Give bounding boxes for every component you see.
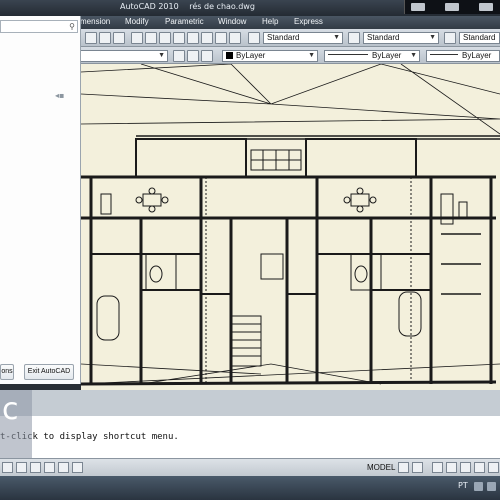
table-style-icon[interactable] bbox=[444, 32, 456, 44]
text-style-icon[interactable] bbox=[248, 32, 260, 44]
table-style-select[interactable]: Standard bbox=[459, 32, 500, 44]
window-title: AutoCAD 2010 rés de chao.dwg bbox=[120, 2, 263, 11]
pan-icon[interactable] bbox=[432, 462, 443, 473]
watermark-letter: c bbox=[2, 392, 19, 427]
search-icon[interactable]: ⚲ bbox=[69, 22, 75, 31]
dim-style-select[interactable]: Standard ▼ bbox=[363, 32, 439, 44]
polar-toggle-icon[interactable] bbox=[44, 462, 55, 473]
zoom-icon[interactable] bbox=[85, 32, 97, 44]
sheet-set-icon[interactable] bbox=[173, 32, 185, 44]
chevron-down-icon: ▼ bbox=[333, 34, 340, 41]
status-bar: MODEL bbox=[0, 458, 500, 476]
workspace-icon[interactable] bbox=[488, 462, 499, 473]
standard-toolbar: Standard ▼ Standard ▼ Standard bbox=[80, 29, 500, 47]
text-style-value: Standard bbox=[267, 33, 300, 42]
chevron-down-icon: ▼ bbox=[308, 52, 315, 59]
menu-dimension[interactable]: mension bbox=[80, 17, 110, 26]
properties-icon[interactable] bbox=[131, 32, 143, 44]
color-value: ByLayer bbox=[236, 51, 266, 60]
document-name: rés de chao.dwg bbox=[189, 2, 255, 11]
language-indicator[interactable]: PT bbox=[458, 481, 468, 490]
grid-toggle-icon[interactable] bbox=[16, 462, 27, 473]
showmotion-icon[interactable] bbox=[474, 462, 485, 473]
table-style-value: Standard bbox=[463, 33, 496, 42]
layer-select[interactable]: ▼ bbox=[80, 50, 168, 62]
osnap-toggle-icon[interactable] bbox=[58, 462, 69, 473]
dim-style-value: Standard bbox=[367, 33, 400, 42]
menu-express[interactable]: Express bbox=[294, 17, 323, 26]
color-swatch bbox=[226, 52, 233, 59]
close-icon[interactable] bbox=[479, 3, 493, 11]
quick-view-icon[interactable] bbox=[412, 462, 423, 473]
pin-icon[interactable]: ◂▪ bbox=[55, 91, 64, 100]
ortho-toggle-icon[interactable] bbox=[30, 462, 41, 473]
text-style-select[interactable]: Standard ▼ bbox=[263, 32, 343, 44]
zoom-window-icon[interactable] bbox=[99, 32, 111, 44]
dim-style-icon[interactable] bbox=[348, 32, 360, 44]
design-center-icon[interactable] bbox=[145, 32, 157, 44]
layer-states-icon[interactable] bbox=[201, 50, 213, 62]
steering-wheel-icon[interactable] bbox=[460, 462, 471, 473]
linetype-preview bbox=[328, 54, 368, 55]
linetype-value: ByLayer bbox=[372, 51, 402, 60]
command-history bbox=[0, 390, 500, 416]
model-space-label[interactable]: MODEL bbox=[367, 463, 395, 472]
os-taskbar: PT bbox=[0, 476, 500, 500]
otrack-toggle-icon[interactable] bbox=[72, 462, 83, 473]
app-name: AutoCAD 2010 bbox=[120, 2, 179, 11]
menu-window[interactable]: Window bbox=[218, 17, 246, 26]
markup-icon[interactable] bbox=[187, 32, 199, 44]
chevron-down-icon: ▼ bbox=[410, 52, 417, 59]
make-current-layer-icon[interactable] bbox=[173, 50, 185, 62]
calculator-icon[interactable] bbox=[201, 32, 213, 44]
menu-help[interactable]: Help bbox=[262, 17, 278, 26]
exit-autocad-button[interactable]: Exit AutoCAD bbox=[24, 364, 74, 380]
lineweight-select[interactable]: ByLayer bbox=[426, 50, 500, 62]
chevron-down-icon: ▼ bbox=[429, 34, 436, 41]
search-input[interactable]: ⚲ bbox=[0, 20, 78, 33]
tool-palettes-icon[interactable] bbox=[159, 32, 171, 44]
color-select[interactable]: ByLayer ▼ bbox=[222, 50, 318, 62]
menu-parametric[interactable]: Parametric bbox=[165, 17, 204, 26]
title-bar: AutoCAD 2010 rés de chao.dwg bbox=[0, 0, 500, 16]
zoom-previous-icon[interactable] bbox=[113, 32, 125, 44]
menu-browser-panel: ⚲ ◂▪ ons Exit AutoCAD bbox=[0, 16, 81, 384]
volume-icon[interactable] bbox=[487, 482, 496, 491]
network-icon[interactable] bbox=[474, 482, 483, 491]
zoom-realtime-icon[interactable] bbox=[446, 462, 457, 473]
chevron-down-icon: ▼ bbox=[158, 52, 165, 59]
menu-modify[interactable]: Modify bbox=[125, 17, 149, 26]
properties-toolbar: ▼ ByLayer ▼ ByLayer ▼ ByLayer bbox=[80, 47, 500, 64]
drawing-area[interactable] bbox=[81, 64, 500, 390]
layer-previous-icon[interactable] bbox=[187, 50, 199, 62]
lineweight-value: ByLayer bbox=[462, 51, 492, 60]
command-line[interactable]: t-click to display shortcut menu. bbox=[0, 416, 500, 458]
linetype-select[interactable]: ByLayer ▼ bbox=[324, 50, 420, 62]
options-button[interactable]: ons bbox=[0, 364, 14, 380]
grid-icon[interactable] bbox=[215, 32, 227, 44]
snap-toggle-icon[interactable] bbox=[2, 462, 13, 473]
help-icon[interactable] bbox=[229, 32, 241, 44]
lineweight-preview bbox=[430, 54, 458, 55]
window-controls bbox=[404, 0, 500, 14]
minimize-icon[interactable] bbox=[411, 3, 425, 11]
layout-icon[interactable] bbox=[398, 462, 409, 473]
floor-plan-drawing bbox=[81, 64, 500, 386]
maximize-icon[interactable] bbox=[445, 3, 459, 11]
